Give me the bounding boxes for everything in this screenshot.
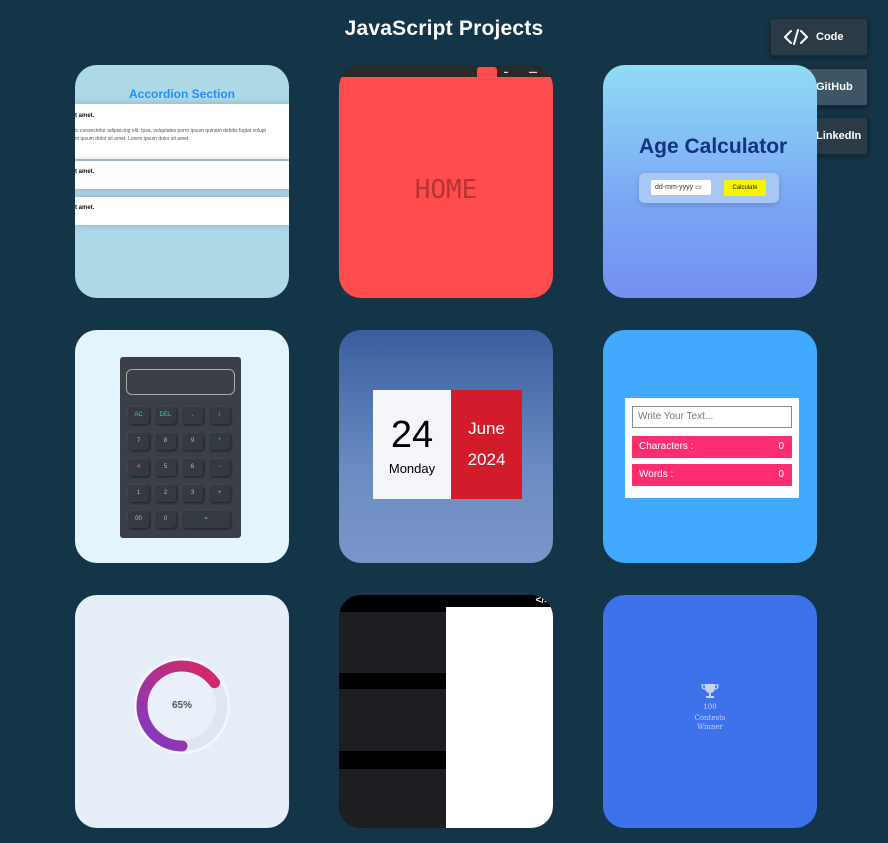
characters-row: Characters : 0 [632, 436, 792, 458]
code-tag-icon: </> [535, 595, 550, 606]
key-6[interactable]: 6 [182, 459, 203, 476]
nav-link: ▬▬ [529, 69, 537, 74]
card-age-calculator[interactable]: Age Calculator dd-mm-yyyy ▭ Calculate [603, 65, 817, 298]
words-value: 0 [778, 469, 784, 480]
date-day: 24 [390, 414, 434, 456]
key-dot[interactable]: . [182, 407, 203, 424]
card-trophy[interactable]: 100 Contests Winner [603, 595, 817, 828]
card-date[interactable]: 24 Monday June 2024 [339, 330, 553, 563]
accordion-body-line: m ipsum dolor sit amet. Lorem ipsum dolo… [75, 136, 190, 142]
date-weekday: Monday [388, 461, 436, 476]
key-ac[interactable]: AC [128, 407, 149, 424]
card-accordion[interactable]: Accordion Section t amet. ic consectetur… [75, 65, 289, 298]
date-left-panel: 24 Monday [373, 390, 451, 499]
card-word-counter[interactable]: Write Your Text... Characters : 0 Words … [603, 330, 817, 563]
characters-label: Characters : [639, 441, 694, 452]
accordion-item-title: t amet. [75, 113, 95, 119]
age-calculator-form: dd-mm-yyyy ▭ Calculate [639, 173, 779, 203]
accordion-panel-1[interactable]: t amet. ic consectetur adipisicing elit.… [75, 104, 289, 159]
key-00[interactable]: 00 [128, 511, 149, 528]
words-label: Words : [639, 469, 674, 480]
code-button-label: Code [816, 31, 844, 43]
age-calculator-title: Age Calculator [639, 135, 788, 158]
trophy-line-1: Contests [694, 714, 726, 722]
github-button-label: GitHub [816, 81, 853, 93]
card-home[interactable]: ▬ ▬▬ HOME [339, 65, 553, 298]
date-input[interactable]: dd-mm-yyyy ▭ [651, 180, 711, 195]
calculate-button[interactable]: Calculate [724, 180, 766, 196]
home-text: HOME [414, 175, 478, 205]
key-2[interactable]: 2 [155, 485, 176, 502]
linkedin-button-label: LinkedIn [816, 130, 862, 142]
key-multiply[interactable]: * [209, 433, 230, 450]
card-calculator[interactable]: AC DEL . / 7 8 9 * 4 5 6 - 1 2 3 + 00 0 … [75, 330, 289, 563]
nav-link: ▬ [504, 69, 508, 74]
calculator-body: AC DEL . / 7 8 9 * 4 5 6 - 1 2 3 + 00 0 … [120, 357, 241, 538]
trophy-number: 100 [703, 703, 717, 711]
accordion-panel-3[interactable]: t amet. [75, 197, 289, 225]
key-7[interactable]: 7 [128, 433, 149, 450]
key-5[interactable]: 5 [155, 459, 176, 476]
key-equals[interactable]: = [182, 511, 230, 528]
key-9[interactable]: 9 [182, 433, 203, 450]
card-split[interactable]: </> [339, 595, 553, 828]
nav-tab-active [477, 67, 497, 79]
text-input[interactable]: Write Your Text... [632, 406, 792, 428]
dark-band [339, 689, 446, 751]
trophy-line-2: Winner [697, 723, 723, 731]
accordion-title: Accordion Section [128, 87, 235, 101]
calculator-display [126, 369, 235, 395]
dark-band [339, 769, 446, 828]
accordion-item-title: t amet. [75, 205, 95, 211]
key-minus[interactable]: - [209, 459, 230, 476]
code-button[interactable]: Code [770, 18, 868, 56]
trophy-icon [701, 684, 719, 698]
accordion-panel-2[interactable]: t amet. [75, 161, 289, 189]
progress-value: 65% [171, 700, 192, 711]
key-plus[interactable]: + [209, 485, 230, 502]
accordion-body-line: ic consectetur adipisicing elit. Ipsa, v… [75, 128, 266, 134]
key-0[interactable]: 0 [155, 511, 176, 528]
characters-value: 0 [778, 441, 784, 452]
date-month: June [468, 419, 505, 438]
key-3[interactable]: 3 [182, 485, 203, 502]
page-title: JavaScript Projects [344, 17, 544, 40]
key-divide[interactable]: / [209, 407, 230, 424]
key-4[interactable]: 4 [128, 459, 149, 476]
key-1[interactable]: 1 [128, 485, 149, 502]
card-progress[interactable]: 65% [75, 595, 289, 828]
key-del[interactable]: DEL [155, 407, 176, 424]
white-panel [446, 607, 553, 828]
words-row: Words : 0 [632, 464, 792, 486]
accordion-item-title: t amet. [75, 169, 95, 175]
date-right-panel: June 2024 [451, 390, 522, 499]
date-year: 2024 [467, 450, 506, 469]
nav-bar [339, 65, 553, 77]
key-8[interactable]: 8 [155, 433, 176, 450]
code-icon [784, 25, 808, 49]
dark-band [339, 612, 446, 673]
calendar-icon: ▭ [695, 184, 702, 191]
counter-box: Write Your Text... Characters : 0 Words … [625, 398, 799, 498]
